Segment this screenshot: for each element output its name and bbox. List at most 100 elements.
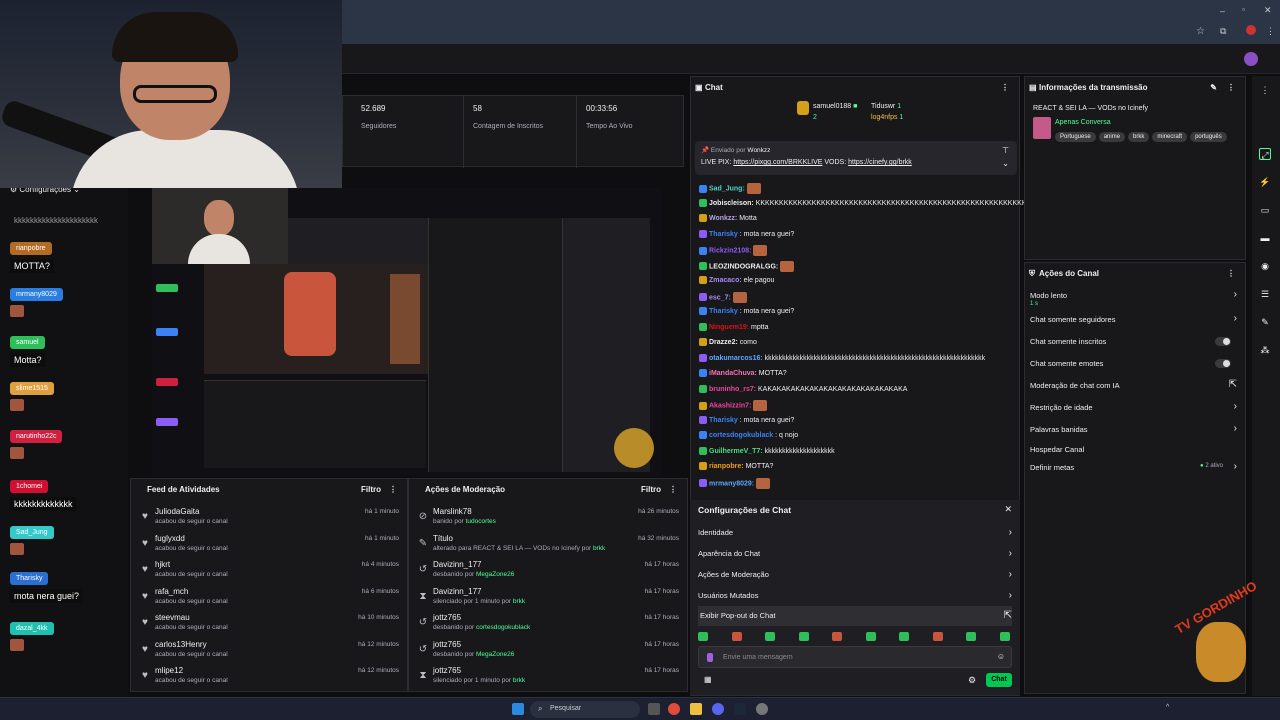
chat-username[interactable]: Rickzin2108: <box>709 247 751 254</box>
chat-message[interactable]: Tharisky : mota nera guei? <box>699 307 794 315</box>
rail-lightning-icon[interactable]: ⚡ <box>1259 176 1271 188</box>
chat-message[interactable]: Ninguem19: mptta <box>699 322 769 331</box>
user-avatar[interactable] <box>1244 52 1258 66</box>
stream-category[interactable]: Apenas Conversa <box>1055 119 1111 126</box>
activity-row[interactable]: ♥ steevmau acabou de seguir o canal há 10 m… <box>139 613 399 639</box>
moderation-row[interactable]: ↺ Davizinn_177 desbanido por MegaZone26 há … <box>417 560 679 586</box>
chat-username[interactable]: Tharisky <box>709 308 738 315</box>
chat-username[interactable]: rianpobre: <box>709 463 744 470</box>
chat-message[interactable]: GuilhermeV_T7: kkkkkkkkkkkkkkkkkkkk <box>699 446 835 455</box>
moderator-name[interactable]: tudocortes <box>466 518 496 525</box>
chat-message[interactable]: rianpobre: MOTTA? <box>699 462 773 470</box>
chat-username[interactable]: otakumarcos16: <box>709 354 763 361</box>
activity-menu-icon[interactable]: ⋮ <box>389 479 397 501</box>
chat-menu-icon[interactable]: ⋮ <box>1001 77 1009 99</box>
close-settings-icon[interactable]: ✕ <box>1004 504 1012 515</box>
stream-tag[interactable]: anime <box>1098 132 1126 142</box>
quick-emote[interactable] <box>698 632 708 641</box>
moderation-row[interactable]: ↺ jottz765 desbanido por cortesdogokublack… <box>417 613 679 639</box>
moderation-row[interactable]: ✎ Título alterado para REACT & SEI LA — VO… <box>417 534 679 560</box>
task-view-icon[interactable] <box>648 703 660 715</box>
leader-2[interactable]: Tiduswr 1 <box>871 103 901 110</box>
quick-emote[interactable] <box>899 632 909 641</box>
quick-emote[interactable] <box>832 632 842 641</box>
quick-emote[interactable] <box>731 632 742 641</box>
quick-emote[interactable] <box>865 632 876 641</box>
activity-row[interactable]: ♥ hjkrt acabou de seguir o canal há 4 minut… <box>139 560 399 586</box>
menu-icon[interactable]: ⋮ <box>1266 26 1275 37</box>
channel-action-item[interactable]: Hospedar Canal <box>1030 445 1237 454</box>
moderation-filter-button[interactable]: Filtro <box>641 479 661 501</box>
rail-document-icon[interactable]: ▭ <box>1259 204 1271 216</box>
pinned-message[interactable]: 📌 Enviado por Wonkzz LIVE PIX: https://p… <box>695 141 1017 175</box>
chat-username[interactable]: Akashizzin7: <box>709 402 751 409</box>
minimize-icon[interactable]: – <box>1220 6 1225 16</box>
rail-expand-icon[interactable]: ⤢ <box>1259 148 1271 160</box>
chat-username[interactable]: Wonkzz: <box>709 215 737 222</box>
settings-popout[interactable]: Exibir Pop-out do Chat ⇱ <box>698 606 1012 626</box>
quick-emote[interactable] <box>765 632 775 641</box>
chat-message[interactable]: Akashizzin7: <box>699 400 768 411</box>
rail-network-icon[interactable]: ⁂ <box>1259 344 1271 356</box>
moderator-name[interactable]: cortesdogokublack <box>476 624 530 631</box>
toggle-switch[interactable] <box>1215 337 1231 346</box>
moderator-name[interactable]: brkk <box>593 545 605 552</box>
channel-action-item[interactable]: Modo lento 1 s › <box>1030 289 1237 307</box>
emoji-icon[interactable]: ☺ <box>997 652 1005 661</box>
stream-tag[interactable]: brkk <box>1128 132 1150 142</box>
chat-message[interactable]: otakumarcos16: kkkkkkkkkkkkkkkkkkkkkkkkk… <box>699 353 985 362</box>
bookmark-star-icon[interactable]: ☆ <box>1196 26 1205 37</box>
settings-aparencia[interactable]: Aparência do Chat › <box>698 548 1012 559</box>
chat-username[interactable]: Zmacaco: <box>709 277 742 284</box>
collapse-chevron-icon[interactable]: ⌄ <box>1002 159 1009 168</box>
moderation-row[interactable]: ↺ jottz765 desbanido por MegaZone26 há 17 h… <box>417 640 679 666</box>
channel-action-item[interactable]: Restrição de idade › <box>1030 401 1237 412</box>
emote-picker-icon[interactable] <box>707 653 713 662</box>
chat-message[interactable]: bruninho_rs7: KAKAKAKAKAKAKAKAKAKAKAKAKA… <box>699 384 907 393</box>
settings-mutados[interactable]: Usuários Mutados › <box>698 590 1012 601</box>
steam-icon[interactable] <box>734 703 746 715</box>
moderation-row[interactable]: ⧗ Davizinn_177 silenciado por 1 minuto por… <box>417 587 679 613</box>
channel-action-item[interactable]: Chat somente emotes <box>1030 359 1237 368</box>
quick-emote[interactable] <box>999 632 1010 641</box>
moderator-name[interactable]: brkk <box>513 677 525 684</box>
edit-pencil-icon[interactable]: ✎ <box>1210 77 1217 99</box>
chat-username[interactable]: cortesdogokublack <box>709 432 773 439</box>
obs-icon[interactable] <box>756 703 768 715</box>
channel-action-item[interactable]: Moderação de chat com IA ⇱ <box>1030 379 1237 390</box>
tray-chevron-icon[interactable]: ^ <box>1166 704 1169 711</box>
unpin-icon[interactable]: ⊤ <box>1002 146 1009 155</box>
channel-action-item[interactable]: Chat somente inscritos <box>1030 337 1237 346</box>
chat-username[interactable]: Ninguem19: <box>709 323 749 330</box>
address-bar[interactable] <box>345 22 1195 40</box>
moderator-name[interactable]: brkk <box>513 598 525 605</box>
settings-identidade[interactable]: Identidade › <box>698 527 1012 538</box>
chat-username[interactable]: Sad_Jung: <box>709 185 745 192</box>
rail-broadcast-icon[interactable]: ◉ <box>1259 260 1271 272</box>
folder-icon[interactable] <box>690 703 702 715</box>
chat-message[interactable]: Sad_Jung: <box>699 183 761 194</box>
send-chat-button[interactable]: Chat <box>986 673 1012 687</box>
chat-message[interactable]: Zmacaco: ele pagou <box>699 276 774 284</box>
chat-message[interactable]: Rickzin2108: <box>699 245 768 256</box>
chat-username[interactable]: Jobiscleison: <box>709 199 754 206</box>
chat-username[interactable]: LEOZINDOGRALGG: <box>709 263 778 270</box>
rail-list-icon[interactable]: ☰ <box>1259 288 1271 300</box>
chat-message[interactable]: Wonkzz: Motta <box>699 214 757 222</box>
chat-username[interactable]: bruninho_rs7: <box>709 385 756 392</box>
chat-username[interactable]: Tharisky <box>709 230 738 237</box>
activity-row[interactable]: ♥ carlos13Henry acabou de seguir o canal há… <box>139 640 399 666</box>
activity-row[interactable]: ♥ mlipe12 acabou de seguir o canal há 12 mi… <box>139 666 399 692</box>
windows-start-icon[interactable] <box>512 703 524 715</box>
chat-message[interactable]: cortesdogokublack : q nojo <box>699 431 798 439</box>
toggle-switch[interactable] <box>1215 359 1231 368</box>
leader-3[interactable]: log4nfps 1 <box>871 114 903 121</box>
chat-message[interactable]: esc_7: <box>699 291 747 303</box>
maximize-icon[interactable]: ▫ <box>1242 5 1245 14</box>
chat-username[interactable]: mrmany8029: <box>709 480 754 487</box>
quick-emote[interactable] <box>798 632 809 641</box>
channel-action-item[interactable]: Palavras banidas › <box>1030 423 1237 434</box>
chat-username[interactable]: esc_7: <box>709 294 731 301</box>
chat-username[interactable]: GuilhermeV_T7: <box>709 447 763 454</box>
rail-pin-icon[interactable]: ⋮ <box>1259 84 1271 96</box>
